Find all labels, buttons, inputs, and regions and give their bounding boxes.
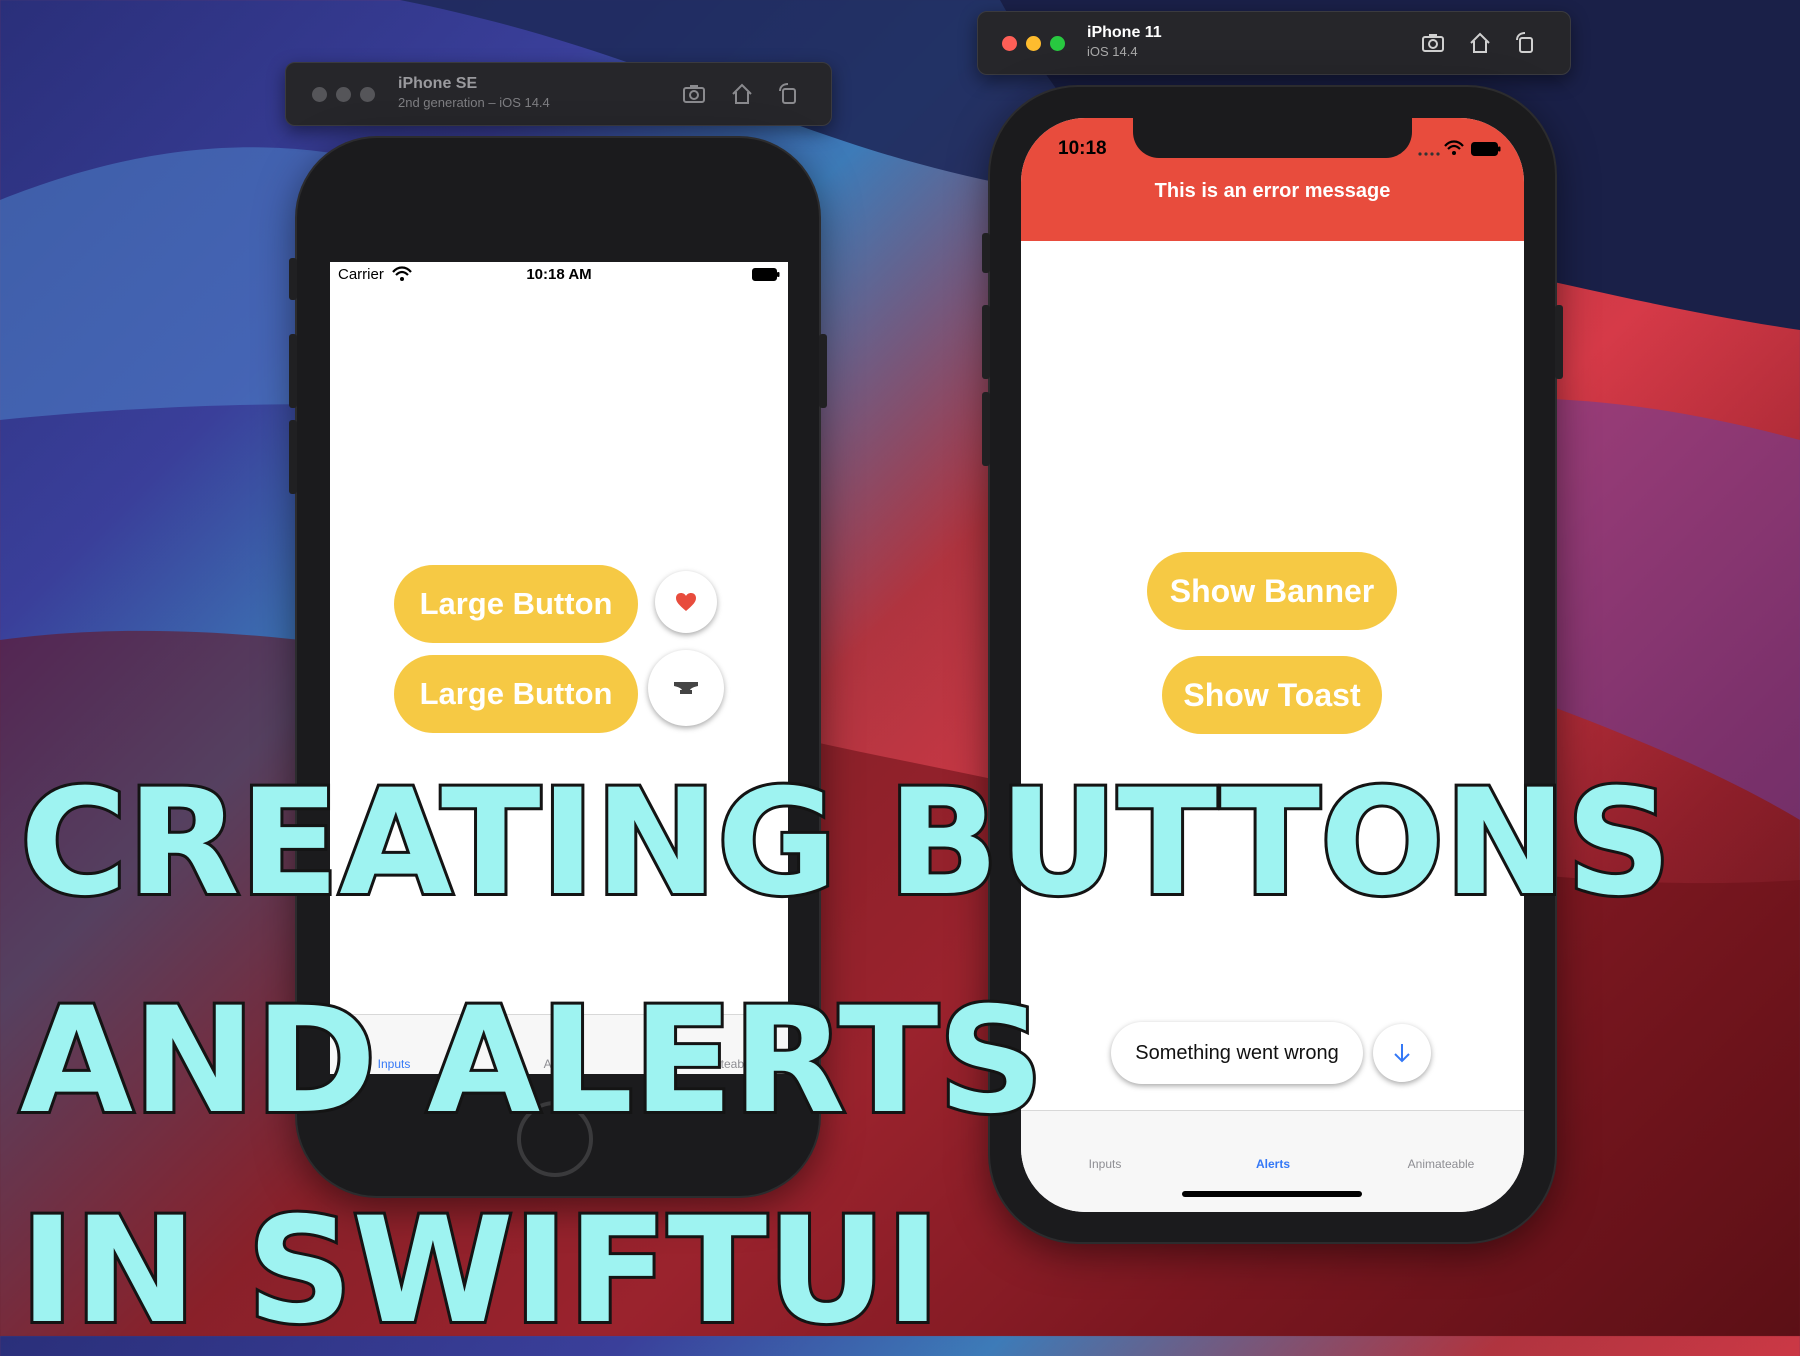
- home-indicator[interactable]: [1182, 1191, 1362, 1197]
- home-icon[interactable]: [1467, 30, 1493, 56]
- heart-icon: [676, 593, 696, 611]
- screenshot-icon[interactable]: [681, 81, 707, 107]
- toast[interactable]: Something went wrong: [1111, 1022, 1363, 1084]
- window-title: iPhone 11: [1087, 24, 1162, 41]
- dismiss-toast-button[interactable]: [1373, 1024, 1431, 1082]
- simulator-titlebar-iphone-11[interactable]: iPhone 11 iOS 14.4: [977, 11, 1571, 75]
- simulator-titlebar-iphone-se[interactable]: iPhone SE 2nd generation – iOS 14.4: [285, 62, 832, 126]
- zoom-window-button[interactable]: [1050, 36, 1065, 51]
- close-window-button[interactable]: [312, 87, 327, 102]
- large-button-1[interactable]: Large Button: [394, 565, 638, 643]
- window-subtitle: 2nd generation – iOS 14.4: [398, 95, 550, 110]
- notch: [1133, 118, 1412, 158]
- minimize-window-button[interactable]: [1026, 36, 1041, 51]
- overlay-title-line-3: IN SWIFTUI: [17, 1186, 943, 1356]
- tab-alerts[interactable]: Alerts: [1203, 1157, 1343, 1171]
- banner-message: This is an error message: [1154, 180, 1391, 202]
- volume-down-button: [982, 392, 990, 466]
- anvil-icon: [674, 682, 698, 694]
- tab-bar: Inputs Alerts Animateable: [1021, 1110, 1524, 1212]
- window-title: iPhone SE: [398, 75, 478, 92]
- home-icon[interactable]: [729, 81, 755, 107]
- tab-inputs[interactable]: Inputs: [1035, 1157, 1175, 1171]
- rotate-icon[interactable]: [1513, 30, 1539, 56]
- status-time: 10:18: [1058, 138, 1107, 159]
- iphone-se-screen: Carrier 10:18 AM Large Button Large Butt…: [330, 262, 788, 1074]
- wifi-icon: [1444, 140, 1464, 155]
- volume-up-button: [289, 334, 297, 408]
- volume-up-button: [982, 305, 990, 379]
- power-button: [819, 334, 827, 408]
- battery-icon: [752, 268, 780, 281]
- battery-icon: [1471, 142, 1501, 156]
- power-button: [1555, 305, 1563, 379]
- side-button: [289, 258, 297, 300]
- heart-button[interactable]: [655, 571, 717, 633]
- volume-down-button: [289, 420, 297, 494]
- minimize-window-button[interactable]: [336, 87, 351, 102]
- status-bar: Carrier 10:18 AM: [330, 262, 788, 286]
- overlay-title-line-2: AND ALERTS: [17, 976, 1047, 1146]
- cellular-icon: [1418, 152, 1440, 156]
- close-window-button[interactable]: [1002, 36, 1017, 51]
- show-toast-button[interactable]: Show Toast: [1162, 656, 1382, 734]
- show-banner-button[interactable]: Show Banner: [1147, 552, 1397, 630]
- status-time: 10:18 AM: [526, 266, 592, 283]
- tab-animateable[interactable]: Animateable: [1371, 1157, 1511, 1171]
- anvil-button[interactable]: [648, 650, 724, 726]
- iphone-11-screen: This is an error message 10:18 Show Bann…: [1021, 118, 1524, 1212]
- large-button-2[interactable]: Large Button: [394, 655, 638, 733]
- screenshot-icon[interactable]: [1420, 30, 1446, 56]
- window-subtitle: iOS 14.4: [1087, 44, 1138, 59]
- arrow-down-icon: [1394, 1044, 1410, 1063]
- rotate-icon[interactable]: [776, 81, 802, 107]
- toast-message: Something went wrong: [1135, 1041, 1339, 1064]
- overlay-title-line-1: CREATING BUTTONS: [17, 758, 1675, 928]
- zoom-window-button[interactable]: [360, 87, 375, 102]
- silent-switch: [982, 233, 990, 273]
